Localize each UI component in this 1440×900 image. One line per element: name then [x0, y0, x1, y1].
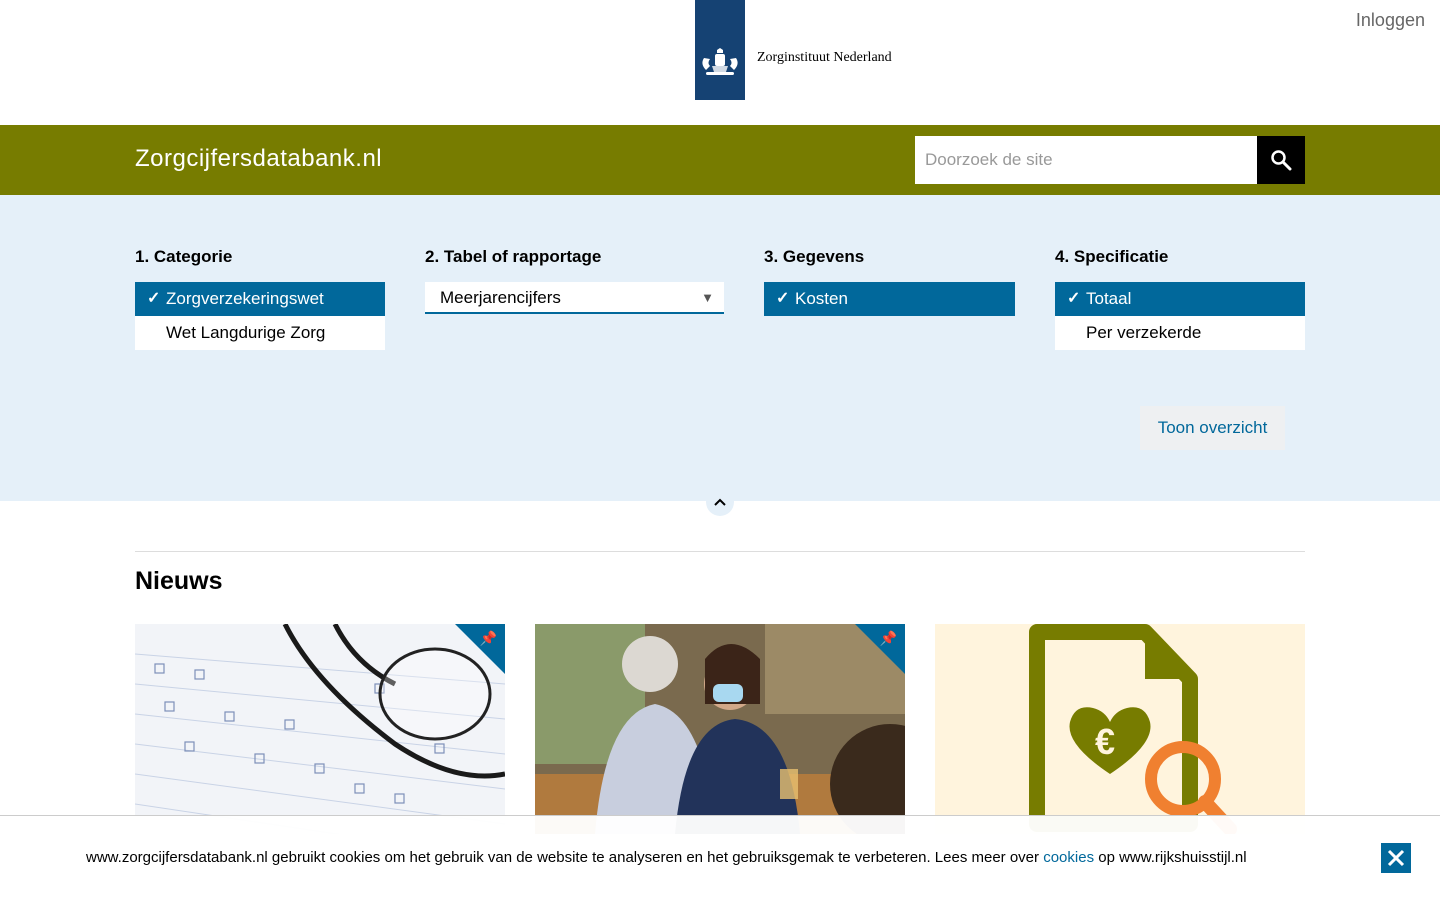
- tabel-heading: 2. Tabel of rapportage: [425, 247, 602, 266]
- tabel-select[interactable]: Meerjarencijfers ▼: [425, 282, 724, 314]
- news-image-nurse: 📌: [535, 624, 905, 834]
- cookie-message: www.zorgcijfersdatabank.nl gebruikt cook…: [86, 849, 1247, 866]
- cookie-banner: www.zorgcijfersdatabank.nl gebruikt cook…: [0, 815, 1440, 900]
- option-label: Totaal: [1086, 289, 1132, 308]
- toon-overzicht-button[interactable]: Toon overzicht: [1140, 406, 1285, 450]
- specificatie-column: 4. Specificatie ✓ Totaal Per verzekerde: [1055, 247, 1305, 350]
- option-label: Kosten: [795, 289, 848, 308]
- search-icon: [1271, 150, 1292, 171]
- tabel-column: 2. Tabel of rapportage Meerjarencijfers …: [425, 247, 724, 314]
- option-label: Wet Langdurige Zorg: [166, 323, 326, 342]
- cookies-link[interactable]: cookies: [1043, 849, 1094, 866]
- top-header: Zorginstituut Nederland Inloggen: [0, 0, 1440, 125]
- search-input[interactable]: [915, 136, 1257, 184]
- option-label: Per verzekerde: [1086, 323, 1202, 342]
- svg-text:€: €: [1095, 721, 1115, 762]
- collapse-panel-button[interactable]: [706, 488, 734, 516]
- news-image-glasses: 📌: [135, 624, 505, 834]
- tabel-select-value: Meerjarencijfers: [440, 288, 561, 307]
- categorie-heading: 1. Categorie: [135, 247, 233, 266]
- option-totaal[interactable]: ✓ Totaal: [1055, 282, 1305, 316]
- close-icon: [1387, 849, 1405, 867]
- org-name: Zorginstituut Nederland: [757, 50, 892, 65]
- check-icon: ✓: [776, 290, 790, 307]
- news-heading: Nieuws: [135, 567, 223, 595]
- site-title[interactable]: Zorgcijfersdatabank.nl: [135, 145, 382, 173]
- specificatie-heading: 4. Specificatie: [1055, 247, 1169, 266]
- nurse-elderly-image: [535, 624, 905, 834]
- brand-bar: Zorgcijfersdatabank.nl: [0, 125, 1440, 195]
- option-wet-langdurige-zorg[interactable]: Wet Langdurige Zorg: [135, 316, 385, 350]
- search-button[interactable]: [1257, 136, 1305, 184]
- gegevens-column: 3. Gegevens ✓ Kosten: [764, 247, 1015, 316]
- option-kosten[interactable]: ✓ Kosten: [764, 282, 1015, 316]
- categorie-column: 1. Categorie ✓ Zorgverzekeringswet Wet L…: [135, 247, 385, 350]
- rijksoverheid-logo[interactable]: [695, 0, 745, 100]
- document-euro-search-icon: €: [935, 624, 1305, 834]
- glasses-survey-image: [135, 624, 505, 834]
- section-divider: [135, 551, 1305, 552]
- selection-panel: 1. Categorie ✓ Zorgverzekeringswet Wet L…: [0, 195, 1440, 501]
- option-zorgverzekeringswet[interactable]: ✓ Zorgverzekeringswet: [135, 282, 385, 316]
- check-icon: ✓: [147, 290, 161, 307]
- login-link[interactable]: Inloggen: [1356, 10, 1425, 31]
- cookie-text-after: op www.rijkshuisstijl.nl: [1098, 849, 1247, 866]
- chevron-up-icon: [714, 498, 726, 506]
- cookie-text-before: www.zorgcijfersdatabank.nl gebruikt cook…: [86, 849, 1040, 866]
- pin-icon: 📌: [879, 630, 897, 646]
- news-image-document: €: [935, 624, 1305, 834]
- gegevens-heading: 3. Gegevens: [764, 247, 865, 266]
- caret-down-icon: ▼: [701, 290, 714, 305]
- coat-of-arms-icon: [702, 48, 738, 75]
- option-label: Zorgverzekeringswet: [166, 289, 324, 308]
- cookie-close-button[interactable]: [1381, 843, 1411, 873]
- check-icon: ✓: [1067, 290, 1081, 307]
- option-per-verzekerde[interactable]: Per verzekerde: [1055, 316, 1305, 350]
- pin-icon: 📌: [479, 630, 497, 646]
